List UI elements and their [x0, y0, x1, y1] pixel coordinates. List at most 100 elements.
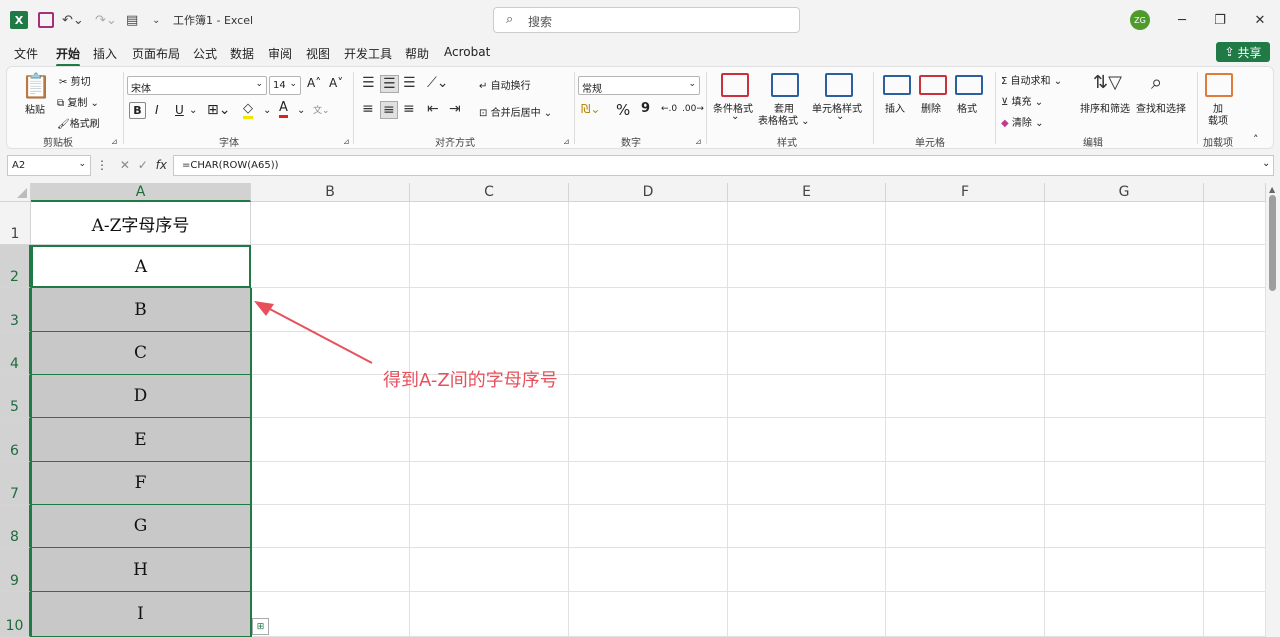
cell-a5[interactable]: D [31, 375, 251, 418]
cell[interactable] [410, 505, 569, 548]
column-header-g[interactable]: G [1045, 183, 1204, 202]
decrease-decimal-icon[interactable]: .00→ [682, 104, 704, 114]
cell[interactable] [569, 288, 728, 332]
cell-a10[interactable]: I [31, 592, 251, 637]
cell[interactable] [1045, 462, 1204, 505]
cell[interactable] [251, 245, 410, 288]
enter-icon[interactable]: ✓ [138, 158, 148, 172]
cell-styles-icon[interactable] [825, 73, 853, 97]
cell[interactable] [886, 332, 1045, 375]
find-select-icon[interactable]: ⌕ [1151, 70, 1162, 94]
search-input[interactable]: ⌕ 搜索 [493, 7, 800, 33]
tab-help[interactable]: 帮助 [405, 45, 429, 62]
cell[interactable] [728, 592, 886, 637]
cell[interactable] [728, 505, 886, 548]
cell[interactable] [1204, 202, 1266, 245]
insert-cells-icon[interactable] [883, 75, 911, 95]
name-box[interactable]: A2 ⌄ [7, 155, 91, 176]
copy-button[interactable]: ⧉ 复制 ⌄ [57, 94, 99, 109]
dialog-launcher-icon[interactable]: ⊿ [563, 137, 570, 146]
cell[interactable] [410, 462, 569, 505]
cell[interactable] [728, 418, 886, 462]
cell[interactable] [410, 418, 569, 462]
percent-button[interactable]: % [616, 101, 630, 119]
sort-filter-icon[interactable]: ⇅▽ [1093, 72, 1122, 93]
merge-center-button[interactable]: ⊡ 合并后居中 ⌄ [479, 104, 552, 119]
cell[interactable] [1204, 332, 1266, 375]
cell[interactable] [728, 245, 886, 288]
increase-decimal-icon[interactable]: ←.0 [661, 104, 677, 114]
scroll-thumb[interactable] [1269, 195, 1276, 291]
cell[interactable] [410, 288, 569, 332]
tab-page-layout[interactable]: 页面布局 [132, 45, 180, 62]
cell-a2[interactable]: A [31, 245, 251, 288]
column-header-e[interactable]: E [728, 183, 886, 202]
conditional-format-icon[interactable] [721, 73, 749, 97]
cell[interactable] [886, 375, 1045, 418]
cell[interactable] [410, 548, 569, 592]
worksheet-grid[interactable]: A B C D E F G 1 2 3 4 5 6 7 8 9 10 A-Z字母… [0, 183, 1280, 637]
cell[interactable] [886, 505, 1045, 548]
column-header-d[interactable]: D [569, 183, 728, 202]
row-header[interactable]: 3 [0, 288, 31, 332]
tab-review[interactable]: 审阅 [268, 45, 292, 62]
row-header[interactable]: 9 [0, 548, 31, 592]
tab-developer[interactable]: 开发工具 [344, 45, 392, 62]
cell-a1[interactable]: A-Z字母序号 [31, 202, 251, 245]
expand-formula-icon[interactable]: ⌄ [1262, 158, 1270, 169]
align-top-icon[interactable]: ☰ [362, 75, 375, 91]
cell[interactable] [1045, 505, 1204, 548]
row-header[interactable]: 7 [0, 462, 31, 505]
align-right-icon[interactable]: ≡ [403, 101, 415, 117]
wrap-text-button[interactable]: ↵ 自动换行 [479, 77, 531, 92]
redo-icon[interactable]: ↷⌄ [95, 10, 117, 30]
cell[interactable] [569, 548, 728, 592]
cell[interactable] [1045, 202, 1204, 245]
format-painter-button[interactable]: 🖌格式刷 [57, 115, 100, 130]
dialog-launcher-icon[interactable]: ⊿ [695, 137, 702, 146]
tab-home[interactable]: 开始 [56, 45, 81, 67]
fill-button[interactable]: ⊻ 填充 ⌄ [1001, 93, 1043, 108]
cell-a3[interactable]: B [31, 288, 251, 332]
number-format-select[interactable]: 常规 ⌄ [578, 76, 700, 95]
column-header-b[interactable]: B [251, 183, 410, 202]
cell[interactable] [728, 288, 886, 332]
border-icon[interactable]: ⊞⌄ [207, 102, 230, 118]
cell-a9[interactable]: H [31, 548, 251, 592]
cell[interactable] [1204, 288, 1266, 332]
column-header-c[interactable]: C [410, 183, 569, 202]
cell[interactable] [1045, 375, 1204, 418]
delete-cells-button[interactable]: 删除 [921, 100, 941, 115]
cell[interactable] [1204, 548, 1266, 592]
cell[interactable] [886, 548, 1045, 592]
tab-view[interactable]: 视图 [306, 45, 330, 62]
dialog-launcher-icon[interactable]: ⊿ [111, 137, 118, 146]
cell[interactable] [886, 202, 1045, 245]
orientation-icon[interactable]: ⟋⌄ [427, 75, 449, 91]
add-ins-icon[interactable] [1205, 73, 1233, 97]
cell[interactable] [886, 592, 1045, 637]
cell[interactable] [569, 375, 728, 418]
cell[interactable] [1204, 505, 1266, 548]
cell[interactable] [728, 548, 886, 592]
align-left-icon[interactable]: ≡ [362, 101, 374, 117]
column-header-a[interactable]: A [31, 183, 251, 202]
clear-button[interactable]: ◆ 清除 ⌄ [1001, 114, 1043, 129]
cell[interactable] [1204, 462, 1266, 505]
cell[interactable] [728, 332, 886, 375]
tab-data[interactable]: 数据 [230, 45, 254, 62]
comma-button[interactable]: 9 [641, 101, 650, 116]
cell[interactable] [569, 462, 728, 505]
chevron-down-icon[interactable]: ⌄ [263, 105, 271, 116]
row-header[interactable]: 4 [0, 332, 31, 375]
format-cells-button[interactable]: 格式 [957, 100, 977, 115]
paste-button[interactable]: 粘贴 [25, 101, 45, 116]
align-bottom-icon[interactable]: ☰ [403, 75, 416, 91]
font-size-select[interactable]: 14 ⌄ [269, 76, 301, 95]
tab-acrobat[interactable]: Acrobat [444, 45, 490, 59]
cell[interactable] [251, 462, 410, 505]
shrink-font-icon[interactable]: A˅ [329, 76, 343, 90]
cell[interactable] [1045, 592, 1204, 637]
cell[interactable] [569, 418, 728, 462]
undo-icon[interactable]: ↶⌄ [62, 10, 84, 30]
